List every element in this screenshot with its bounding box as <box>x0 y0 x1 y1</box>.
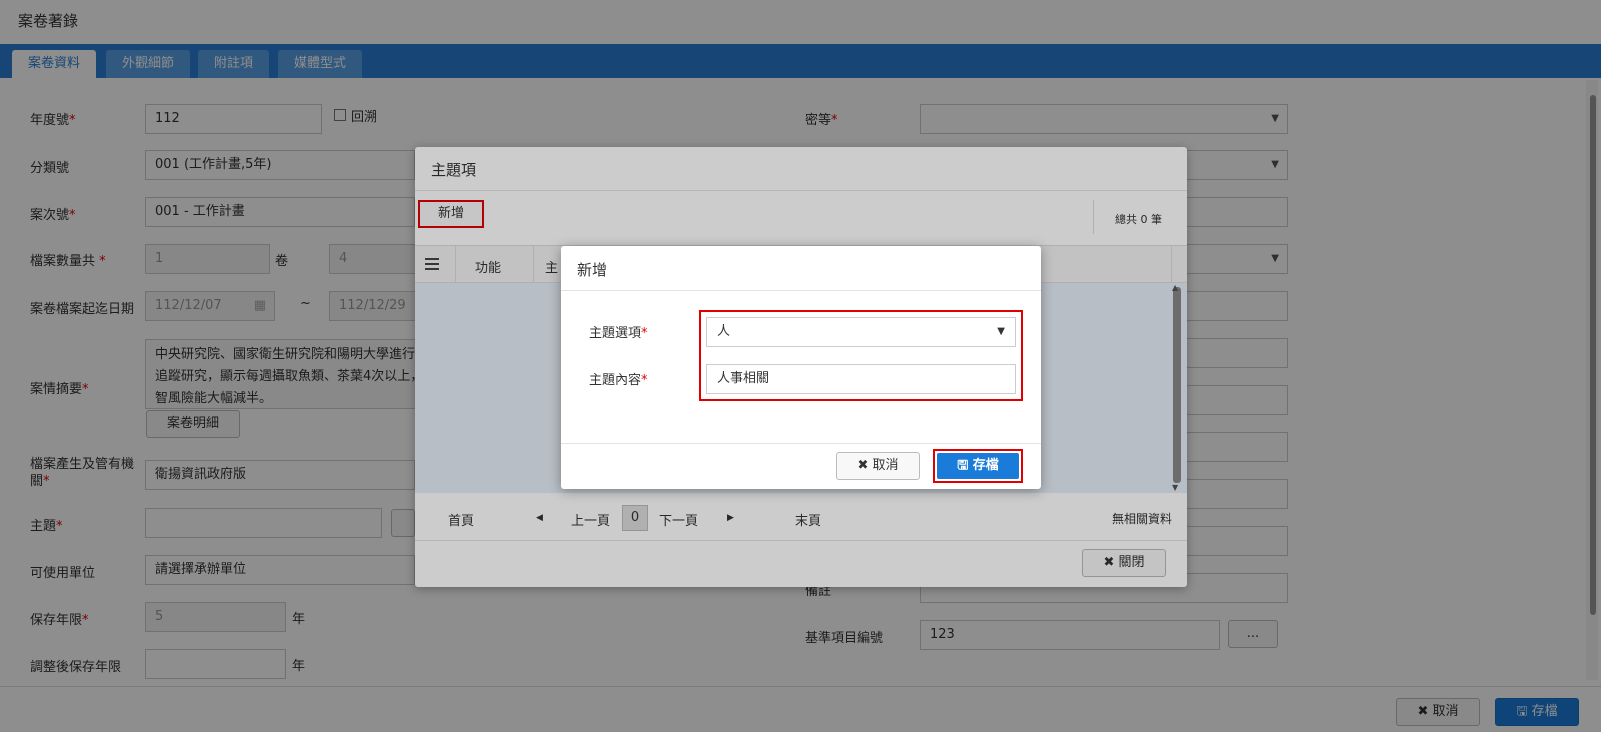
theme-content-label: 主題內容* <box>589 373 648 388</box>
add-theme-dialog: 新增 主題選項* 主題內容* 人 ▼ 人事相關 ✖ 取消 🖫 存檔 <box>561 246 1041 489</box>
chevron-down-icon: ▼ <box>997 326 1005 337</box>
theme-content-input[interactable]: 人事相關 <box>706 364 1016 394</box>
divider <box>561 290 1041 291</box>
add-cancel-button[interactable]: ✖ 取消 <box>836 452 920 480</box>
add-save-button[interactable]: 🖫 存檔 <box>933 449 1023 483</box>
theme-option-select[interactable]: 人 ▼ <box>706 317 1016 347</box>
theme-option-label: 主題選項* <box>589 326 648 341</box>
add-save-button-label: 🖫 存檔 <box>937 453 1019 479</box>
add-dialog-title: 新增 <box>577 261 608 279</box>
divider <box>561 443 1041 444</box>
